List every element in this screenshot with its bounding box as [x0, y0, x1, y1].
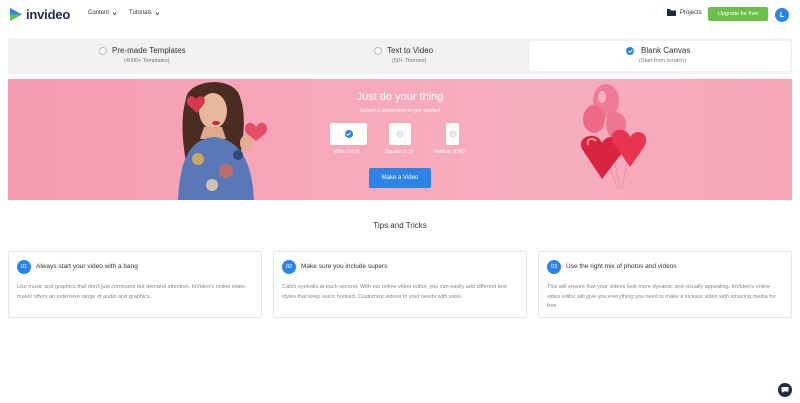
check-icon	[344, 130, 353, 138]
option-subtitle: (4000+ Templates)	[124, 58, 170, 64]
projects-link[interactable]: Projects	[667, 9, 702, 16]
tips-title: Tips and Tricks	[373, 221, 427, 230]
radio-icon	[396, 130, 404, 138]
creation-options: Pre-made Templates (4000+ Templates) Tex…	[8, 38, 792, 74]
hero-banner: Just do your thing Select a dimension to…	[8, 79, 792, 200]
chat-button[interactable]	[778, 383, 792, 397]
dimension-wide[interactable]: Wide (16:9)	[330, 123, 367, 155]
dimension-preview	[446, 123, 459, 145]
dimension-vertical[interactable]: Vertical (9:16)	[434, 123, 465, 155]
folder-icon	[667, 9, 676, 16]
dimension-preview	[389, 123, 411, 145]
chevron-down-icon	[112, 11, 117, 15]
projects-label: Projects	[680, 9, 702, 16]
tip-body: Use music and graphics that don't just c…	[17, 284, 245, 300]
tip-title: Make sure you include supers	[301, 263, 388, 270]
tip-card: 01 Always start your video with a bang U…	[8, 251, 262, 318]
radio-icon	[374, 47, 382, 55]
option-subtitle: (50+ Themes)	[392, 58, 427, 64]
tip-title: Always start your video with a bang	[36, 263, 138, 270]
dimension-square[interactable]: Square (1:1)	[385, 123, 413, 155]
option-premade-templates[interactable]: Pre-made Templates (4000+ Templates)	[8, 38, 268, 74]
option-text-to-video[interactable]: Text to Video (50+ Themes)	[268, 38, 528, 74]
chevron-down-icon	[155, 11, 160, 15]
nav-tutorials[interactable]: Tutorials	[129, 10, 160, 16]
nav-content[interactable]: Content	[88, 10, 117, 16]
tip-card: 03 Use the right mix of photos and video…	[538, 251, 792, 318]
radio-icon	[99, 47, 107, 55]
chat-icon	[781, 387, 789, 393]
tip-title: Use the right mix of photos and videos	[566, 263, 677, 270]
option-title: Text to Video	[387, 46, 434, 55]
tip-card: 02 Make sure you include supers Catch ey…	[273, 251, 527, 318]
dimension-preview	[330, 123, 367, 145]
logo-text: invideo	[26, 7, 71, 22]
top-bar: invideo Content Tutorials Projects Upgra…	[0, 0, 800, 30]
tip-body: Catch eyeballs at each second. With our …	[282, 284, 507, 300]
option-blank-canvas[interactable]: Blank Canvas (Start from scratch)	[530, 41, 790, 71]
tip-number: 03	[547, 260, 561, 274]
option-subtitle: (Start from scratch)	[639, 58, 687, 64]
radio-icon	[448, 130, 457, 138]
option-title: Pre-made Templates	[112, 46, 186, 55]
heart-balloons-image	[580, 84, 647, 190]
page: invideo Content Tutorials Projects Upgra…	[0, 0, 800, 403]
upgrade-button[interactable]: Upgrade for free	[708, 7, 768, 21]
dimension-label: Vertical (9:16)	[434, 149, 465, 155]
tip-number: 02	[282, 260, 296, 274]
make-video-button[interactable]: Make a Video	[369, 168, 431, 188]
check-icon	[626, 47, 634, 55]
dimension-label: Square (1:1)	[385, 149, 413, 155]
avatar[interactable]: L	[775, 8, 789, 22]
logo[interactable]: invideo	[10, 7, 70, 22]
tip-body: This will ensure that your videos look m…	[547, 284, 776, 309]
logo-icon	[10, 8, 22, 21]
nav-content-label: Content	[88, 10, 110, 16]
option-title: Blank Canvas	[641, 46, 691, 55]
main-nav: Content Tutorials	[88, 10, 160, 16]
nav-tutorials-label: Tutorials	[129, 10, 152, 16]
tip-number: 01	[17, 260, 31, 274]
dimension-label: Wide (16:9)	[334, 149, 360, 155]
